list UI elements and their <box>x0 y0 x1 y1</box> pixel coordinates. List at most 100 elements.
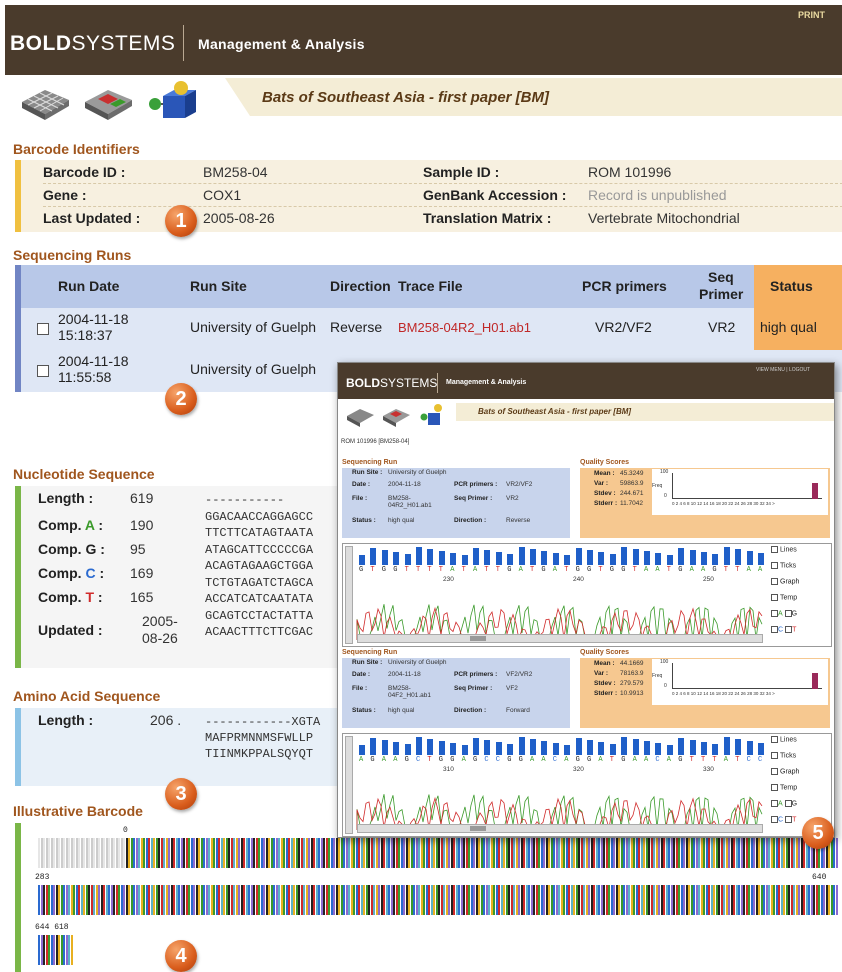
genbank-label: GenBank Accession : <box>423 187 567 203</box>
col-run-site[interactable]: Run Site <box>190 278 247 294</box>
run-detail-value: BM258-04R2_H01.ab1 <box>388 495 432 509</box>
colored-grid-icon[interactable] <box>85 90 132 120</box>
run-detail-value: Reverse <box>506 517 531 524</box>
identifier-row: Last Updated : 2005-08-26 Translation Ma… <box>43 208 842 230</box>
quality-section-title: Quality Scores <box>580 649 630 656</box>
comp-c-value: 169 <box>130 565 154 581</box>
barcode-stripe <box>70 935 73 965</box>
chromatogram-hscroll[interactable] <box>357 824 763 833</box>
run-date: 2004-11-18 <box>58 353 129 369</box>
barcode-row-2 <box>38 885 838 915</box>
quality-histogram: Freq 100 0 0 2 4 6 8 10 12 14 16 18 20 2… <box>652 659 828 705</box>
run-details-panel <box>342 658 570 728</box>
run-date: 2004-11-18 <box>58 311 129 327</box>
run-detail-label: Seq Primer : <box>454 685 493 692</box>
tree-icon[interactable] <box>420 404 443 425</box>
last-updated-label: Last Updated : <box>43 210 141 226</box>
aa-length-value: 206 . <box>150 712 182 728</box>
comp-g-label: Comp. G : <box>38 541 105 557</box>
barcode-row-3 <box>38 935 73 965</box>
base-filter-ag[interactable]: AG <box>771 610 797 617</box>
col-seq-primer-2[interactable]: Primer <box>699 286 743 302</box>
col-trace-file[interactable]: Trace File <box>398 278 463 294</box>
view-option[interactable]: Lines <box>771 546 797 553</box>
quality-label: Var : <box>594 670 609 677</box>
run-site: University of Guelph <box>190 361 317 377</box>
gene-value: COX1 <box>203 187 242 203</box>
header-divider <box>183 25 184 61</box>
hist-bar <box>812 483 818 499</box>
popup-project-title: Bats of Southeast Asia - first paper [BM… <box>478 407 632 416</box>
hist-ymin: 0 <box>664 493 667 499</box>
run-detail-value: high qual <box>388 517 415 524</box>
view-option[interactable]: Ticks <box>771 562 796 569</box>
col-run-date[interactable]: Run Date <box>58 278 119 294</box>
print-link[interactable]: PRINT <box>798 10 825 20</box>
col-pcr-primers[interactable]: PCR primers <box>582 278 667 294</box>
run-detail-label: File : <box>352 495 368 502</box>
chromatogram-panel[interactable]: G T G G T T T T A T A T T G A T G A T G G T G G T A A T G A A G T T A A 230 2… <box>342 543 832 647</box>
grid-view-icon[interactable] <box>22 90 69 120</box>
run-detail-value: VF2 <box>506 685 518 692</box>
run-checkbox[interactable] <box>37 323 49 335</box>
run-detail-value: BM258-04F2_H01.ab1 <box>388 685 432 699</box>
grid-view-icon[interactable] <box>347 409 374 427</box>
illustrative-barcode-title: Illustrative Barcode <box>13 803 143 819</box>
view-option[interactable]: Temp <box>771 784 797 791</box>
run-detail-label: Direction : <box>454 517 487 524</box>
quality-label: Stderr : <box>594 690 618 697</box>
run-detail-label: PCR primers : <box>454 671 498 678</box>
hist-bar <box>812 673 818 689</box>
run-detail-value: 2004-11-18 <box>388 671 421 678</box>
popup-brand[interactable]: BOLDSYSTEMS <box>346 376 437 390</box>
colored-grid-icon[interactable] <box>383 409 410 427</box>
col-seq-primer-1[interactable]: Seq <box>708 269 734 285</box>
chromatogram-hscroll[interactable] <box>357 634 763 643</box>
run-checkbox[interactable] <box>37 365 49 377</box>
comp-a-label: Comp. A : <box>38 517 104 533</box>
run-detail-label: File : <box>352 685 368 692</box>
quality-value: 244.671 <box>620 490 644 497</box>
trace-viewer-popup[interactable]: BOLDSYSTEMS Management & Analysis VIEW M… <box>337 362 835 838</box>
barcode-identifiers-panel: Barcode ID : BM258-04 Sample ID : ROM 10… <box>15 160 842 232</box>
quality-value: 59863.9 <box>620 480 644 487</box>
run-detail-label: Run Site : <box>352 659 383 666</box>
popup-record-id: ROM 101996 [BM258-04] <box>341 439 410 445</box>
run-section-title: Sequencing Run <box>342 649 398 656</box>
brand-logo[interactable]: BOLDSYSTEMS <box>10 32 175 56</box>
base-filter-ct[interactable]: CT <box>771 626 796 633</box>
popup-header-divider <box>437 373 438 393</box>
sequencing-runs-title: Sequencing Runs <box>13 247 132 263</box>
view-option[interactable]: Graph <box>771 578 799 585</box>
run-detail-label: Status : <box>352 517 376 524</box>
run-time: 11:55:58 <box>58 369 112 385</box>
col-direction[interactable]: Direction <box>330 278 391 294</box>
translation-matrix-label: Translation Matrix : <box>423 210 552 226</box>
translation-matrix-value: Vertebrate Mitochondrial <box>588 210 740 226</box>
run-status: high qual <box>760 319 817 335</box>
nucleotide-sequence-text: ----------- GGACAACCAGGAGCC TTCTTCATAGTAAT… <box>205 493 314 639</box>
base-filter-ag[interactable]: AG <box>771 800 797 807</box>
run-direction: Reverse <box>330 319 383 335</box>
view-option[interactable]: Lines <box>771 736 797 743</box>
run-detail-label: PCR primers : <box>454 481 498 488</box>
comp-a-value: 190 <box>130 517 154 533</box>
tree-icon[interactable] <box>149 81 196 118</box>
run-detail-value: University of Guelph <box>388 469 447 476</box>
base-filter-ct[interactable]: CT <box>771 816 796 823</box>
popup-nav-links[interactable]: VIEW MENU | LOGOUT <box>756 367 810 373</box>
col-status[interactable]: Status <box>770 278 813 294</box>
updated-value-2: 08-26 <box>142 630 178 646</box>
barcode-start-label: 0 <box>123 826 128 835</box>
view-option[interactable]: Graph <box>771 768 799 775</box>
marker-1: 1 <box>165 205 197 237</box>
view-option[interactable]: Ticks <box>771 752 796 759</box>
popup-toolbar-icons <box>347 404 443 427</box>
view-option[interactable]: Temp <box>771 594 797 601</box>
chromatogram-panel[interactable]: A G A A G C T G G A G C C G G A A C A G G A T G A A C A G T T T A T C C 310 3… <box>342 733 832 837</box>
quality-label: Stdev : <box>594 680 616 687</box>
quality-value: 78163.9 <box>620 670 644 677</box>
quality-value: 10.9913 <box>620 690 644 697</box>
barcode-stripe <box>835 838 838 868</box>
trace-file-link[interactable]: BM258-04R2_H01.ab1 <box>398 320 531 335</box>
